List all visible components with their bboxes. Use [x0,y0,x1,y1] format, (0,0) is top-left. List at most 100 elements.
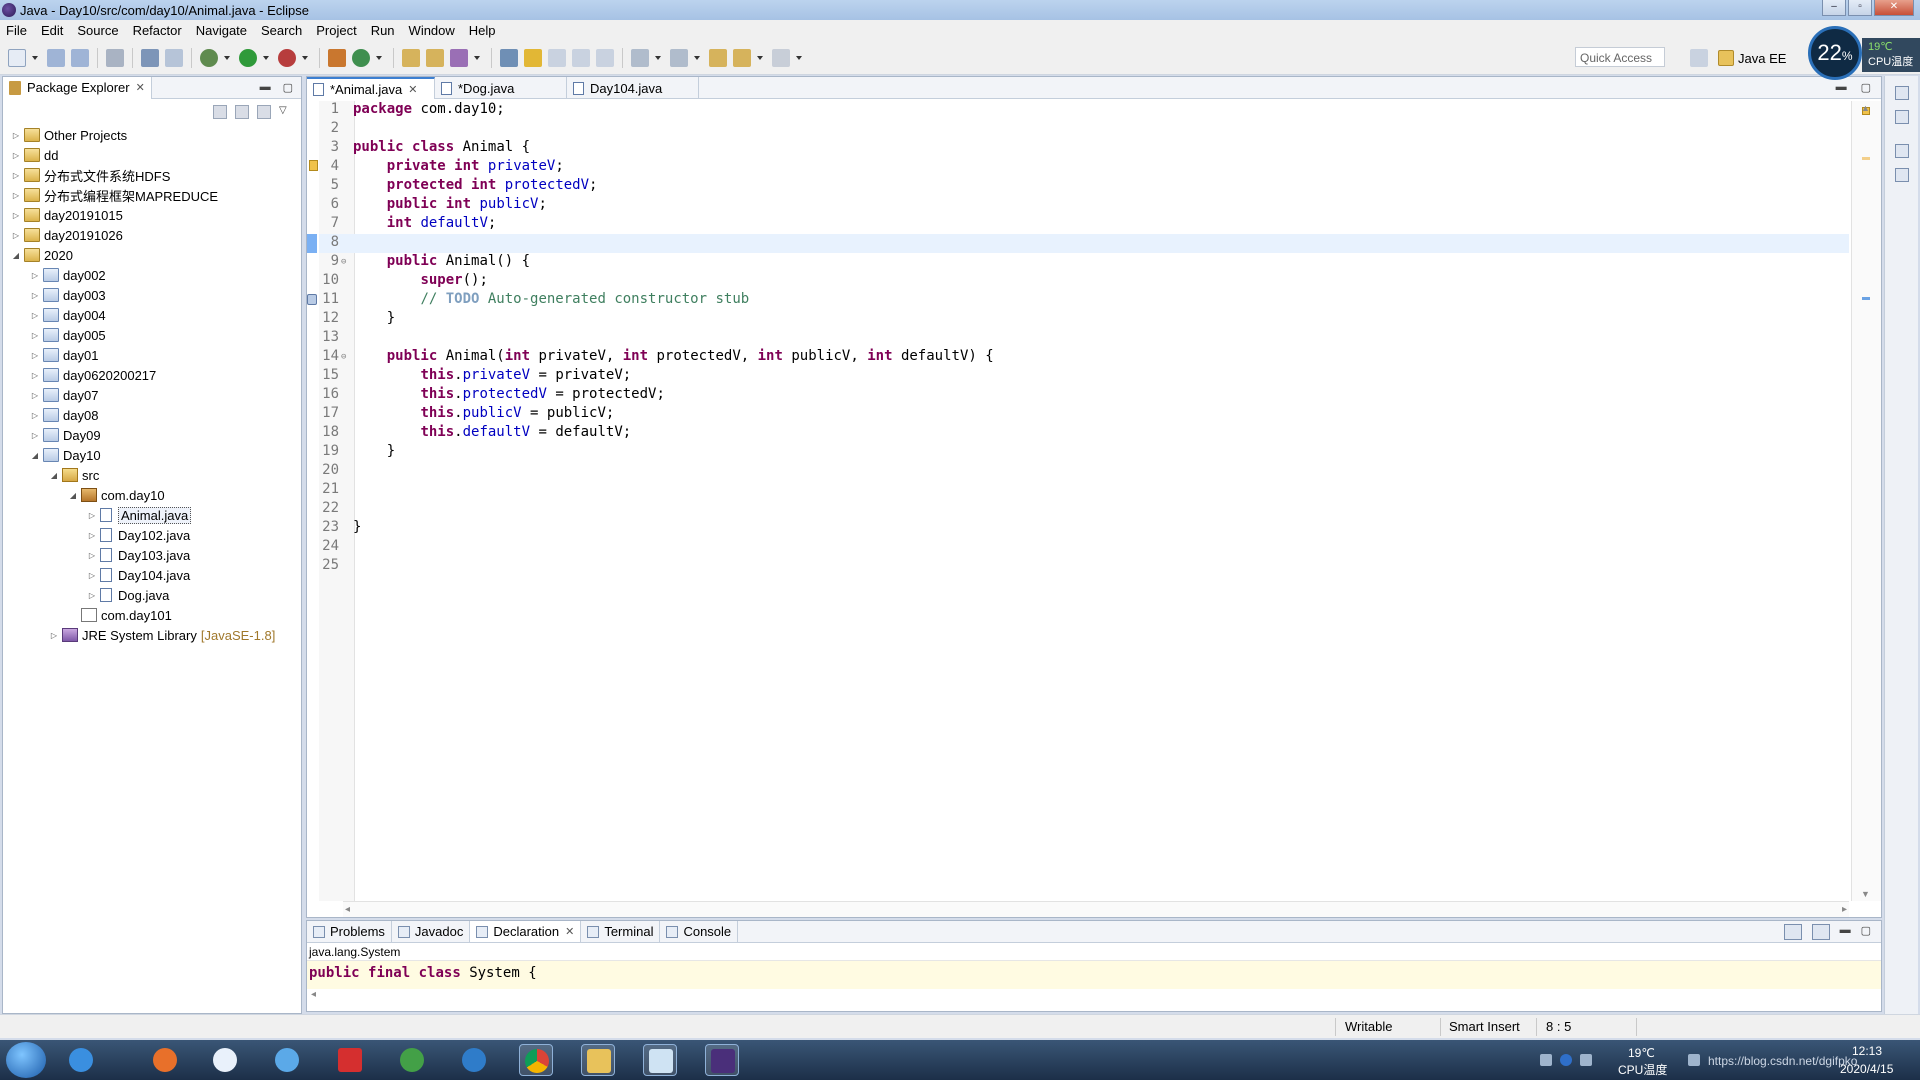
tree-item[interactable]: ▷ 分布式编程框架MAPREDUCE [3,185,301,205]
menu-search[interactable]: Search [261,23,302,38]
warning-marker-icon[interactable] [309,160,318,171]
fold-toggle-icon[interactable]: ⊖ [341,257,346,267]
tree-item[interactable]: ▷ day08 [3,405,301,425]
collapsed-arrow-icon[interactable]: ▷ [11,131,21,140]
expanded-arrow-icon[interactable]: ◢ [30,451,40,460]
external-tools-icon[interactable] [278,48,296,67]
network-tray-icon[interactable] [1540,1054,1552,1066]
collapsed-arrow-icon[interactable]: ▷ [87,551,97,560]
fold-toggle-icon[interactable]: ⊖ [341,352,346,362]
back-dropdown-icon[interactable] [757,49,764,67]
tree-item[interactable]: ▷ day07 [3,385,301,405]
tree-item[interactable]: ◢ com.day10 [3,485,301,505]
maximize-button[interactable]: ▫ [1848,0,1872,16]
collapsed-arrow-icon[interactable]: ▷ [49,631,59,640]
declaration-horizontal-scrollbar[interactable]: ◂ [307,989,1881,1003]
tab-declaration[interactable]: Declaration ✕ [470,921,582,942]
editor-horizontal-scrollbar[interactable]: ◂ ▸ [343,901,1849,917]
minimize-button[interactable]: – [1822,0,1846,16]
tree-item[interactable]: ▷ day0620200217 [3,365,301,385]
save-icon[interactable] [47,48,65,67]
new-icon[interactable] [8,48,26,67]
close-button[interactable]: ✕ [1874,0,1914,16]
editor-tab[interactable]: *Dog.java [435,77,567,99]
focus-active-task-icon[interactable] [257,105,271,119]
expanded-arrow-icon[interactable]: ◢ [68,491,78,500]
search-icon[interactable] [450,48,468,67]
tree-item[interactable]: ▷ Animal.java [3,505,301,525]
editor-tab[interactable]: Day104.java [567,77,699,99]
minimize-panel-icon[interactable]: ▬ [1840,924,1851,940]
clock-time[interactable]: 12:13 [1852,1044,1882,1058]
tree-item[interactable]: com.day101 [3,605,301,625]
last-edit-location-icon[interactable] [709,48,727,67]
collapsed-arrow-icon[interactable]: ▷ [30,291,40,300]
perspective-switcher[interactable]: Java EE [1690,47,1786,69]
new-class-dropdown-icon[interactable] [376,49,383,67]
open-task-icon[interactable] [426,48,444,67]
clock-date[interactable]: 2020/4/15 [1840,1062,1893,1076]
collapsed-arrow-icon[interactable]: ▷ [87,591,97,600]
collapsed-arrow-icon[interactable]: ▷ [30,351,40,360]
outline-icon[interactable] [1894,110,1909,124]
tree-item[interactable]: ▷ day002 [3,265,301,285]
tree-item[interactable]: ▷ dd [3,145,301,165]
collapsed-arrow-icon[interactable]: ▷ [30,311,40,320]
tree-item[interactable]: ▷ JRE System Library [JavaSE-1.8] [3,625,301,645]
next-annotation-dropdown-icon[interactable] [655,49,662,67]
collapsed-arrow-icon[interactable]: ▷ [30,411,40,420]
menu-edit[interactable]: Edit [41,23,63,38]
print-icon[interactable] [106,48,124,67]
task-list-icon[interactable] [1894,168,1909,182]
restore-task-icon[interactable] [1894,144,1909,158]
tree-item[interactable]: ▷ Day102.java [3,525,301,545]
cloud-sync-icon[interactable] [270,1044,304,1076]
tree-item[interactable]: ▷ day005 [3,325,301,345]
restore-view-icon[interactable] [1894,86,1909,100]
tree-item[interactable]: ◢ src [3,465,301,485]
debug-dropdown-icon[interactable] [224,49,231,67]
menu-navigate[interactable]: Navigate [196,23,247,38]
baidu-netdisk-icon[interactable] [208,1044,242,1076]
maximize-view-icon[interactable]: ▢ [283,81,293,94]
tree-item[interactable]: ▷ Day103.java [3,545,301,565]
collapsed-arrow-icon[interactable]: ▷ [30,371,40,380]
tree-item[interactable]: ◢ Day10 [3,445,301,465]
tree-item[interactable]: ▷ day004 [3,305,301,325]
menu-project[interactable]: Project [316,23,356,38]
tree-item[interactable]: ▷ Dog.java [3,585,301,605]
open-perspective-icon[interactable] [1690,49,1708,67]
back-arrow-icon[interactable] [733,48,751,67]
tab-terminal[interactable]: Terminal [581,921,661,942]
forward-arrow-icon[interactable] [772,48,790,67]
collapsed-arrow-icon[interactable]: ▷ [11,231,21,240]
expanded-arrow-icon[interactable]: ◢ [11,251,21,260]
pilcrow-icon[interactable] [596,48,614,67]
tree-item[interactable]: ◢ 2020 [3,245,301,265]
tree-item[interactable]: ▷ Day09 [3,425,301,445]
collapsed-arrow-icon[interactable]: ▷ [30,391,40,400]
link-with-selection-icon[interactable] [1783,924,1802,940]
toggle-block-selection-icon[interactable] [548,48,566,67]
scroll-left-icon[interactable]: ◂ [345,904,350,915]
firefox-icon[interactable] [148,1044,182,1076]
collapsed-arrow-icon[interactable]: ▷ [30,271,40,280]
collapsed-arrow-icon[interactable]: ▷ [30,431,40,440]
bluetooth-tray-icon[interactable] [1580,1054,1592,1066]
collapsed-arrow-icon[interactable]: ▷ [11,151,21,160]
menu-help[interactable]: Help [469,23,496,38]
tree-item[interactable]: ▷ day20191015 [3,205,301,225]
update-manager-icon[interactable] [395,1044,429,1076]
tree-item[interactable]: ▷ Day104.java [3,565,301,585]
maximize-editor-icon[interactable]: ▢ [1861,81,1871,94]
collapsed-arrow-icon[interactable]: ▷ [30,331,40,340]
view-menu-icon[interactable]: ▽ [279,105,293,119]
tree-item[interactable]: ▷ Other Projects [3,125,301,145]
scroll-up-icon[interactable]: ▲ [1861,103,1870,113]
menu-file[interactable]: File [6,23,27,38]
debug-icon[interactable] [200,48,218,67]
editor-tab[interactable]: *Animal.java ✕ [307,77,435,99]
collapse-all-icon[interactable] [213,105,227,119]
maximize-panel-icon[interactable]: ▢ [1861,924,1871,940]
close-icon[interactable]: ✕ [408,83,417,96]
